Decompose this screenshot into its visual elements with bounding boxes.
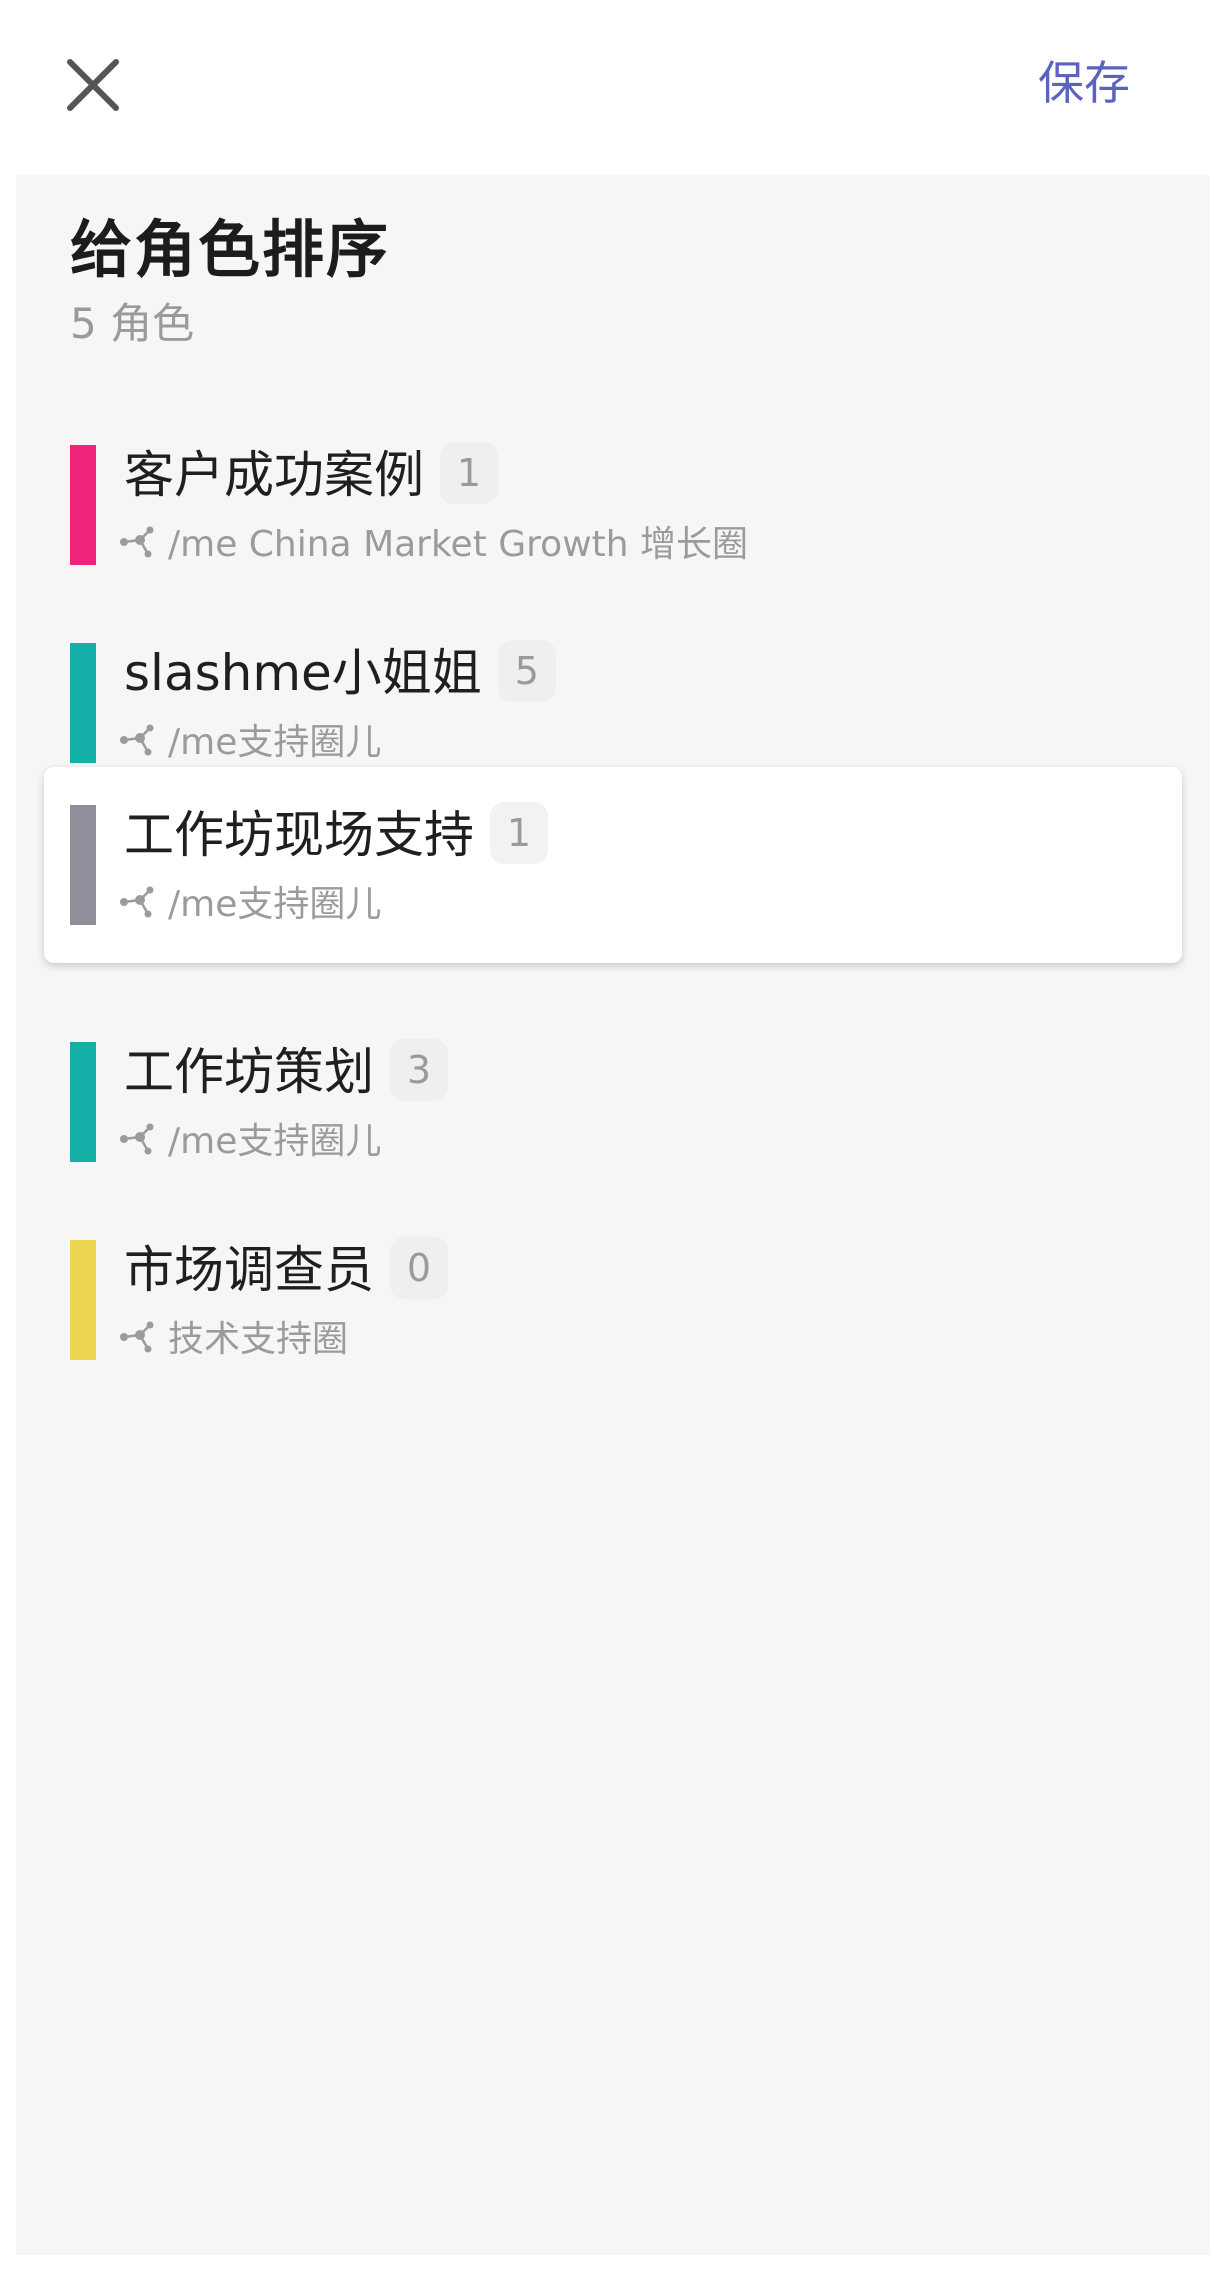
role-name-label: 工作坊策划 xyxy=(124,1043,374,1101)
role-member-count: 5 xyxy=(497,640,556,702)
role-color-bar xyxy=(70,643,96,763)
role-member-count: 3 xyxy=(390,1039,448,1101)
role-circle-label: /me支持圈儿 xyxy=(168,722,382,763)
circle-network-icon xyxy=(118,882,158,922)
role-color-bar xyxy=(70,1240,96,1360)
role-item-slashme[interactable]: slashme小姐姐 5 /me支持圈儿 xyxy=(0,640,1230,763)
role-color-bar xyxy=(70,445,96,565)
role-name-label: 客户成功案例 xyxy=(124,446,424,504)
role-circle: /me支持圈儿 xyxy=(118,879,381,931)
role-circle: 技术支持圈 xyxy=(118,1314,348,1366)
role-name: slashme小姐姐 5 xyxy=(124,637,556,709)
close-button[interactable] xyxy=(58,50,128,120)
role-name: 工作坊现场支持 1 xyxy=(124,799,548,871)
role-circle: /me China Market Growth 增长圈 xyxy=(118,519,748,571)
role-name-label: 市场调查员 xyxy=(124,1241,374,1299)
role-member-count: 0 xyxy=(390,1237,448,1299)
role-circle: /me支持圈儿 xyxy=(118,1116,381,1168)
role-name: 客户成功案例 1 xyxy=(124,439,498,511)
role-item-workshop-planning[interactable]: 工作坊策划 3 /me支持圈儿 xyxy=(0,1039,1230,1162)
role-circle-label: /me支持圈儿 xyxy=(168,1121,382,1162)
role-count-subtitle: 5 角色 xyxy=(70,299,195,348)
circle-network-icon xyxy=(118,1317,158,1357)
role-circle: /me支持圈儿 xyxy=(118,717,381,769)
role-circle-label: /me China Market Growth 增长圈 xyxy=(168,524,749,565)
role-item-workshop-onsite-support-dragging[interactable]: 工作坊现场支持 1 /me支持圈儿 xyxy=(44,767,1182,963)
role-member-count: 1 xyxy=(440,442,498,504)
circle-network-icon xyxy=(118,720,158,760)
role-item-customer-success[interactable]: 客户成功案例 1 /me China Market Growth 增长圈 xyxy=(0,442,1230,565)
role-item-market-researcher[interactable]: 市场调查员 0 技术支持圈 xyxy=(0,1237,1230,1360)
role-color-bar xyxy=(70,805,96,925)
role-name: 工作坊策划 3 xyxy=(124,1036,448,1108)
role-circle-label: 技术支持圈 xyxy=(168,1319,349,1360)
role-name-label: 工作坊现场支持 xyxy=(124,806,474,864)
close-icon xyxy=(67,59,119,111)
top-bar: 保存 xyxy=(0,0,1230,175)
circle-network-icon xyxy=(118,522,158,562)
role-circle-label: /me支持圈儿 xyxy=(168,884,382,925)
role-name: 市场调查员 0 xyxy=(124,1234,448,1306)
save-button[interactable]: 保存 xyxy=(1038,52,1130,114)
page-title: 给角色排序 xyxy=(70,213,391,286)
role-name-label: slashme小姐姐 xyxy=(124,644,482,702)
role-member-count: 1 xyxy=(490,802,548,864)
role-color-bar xyxy=(70,1042,96,1162)
circle-network-icon xyxy=(118,1119,158,1159)
